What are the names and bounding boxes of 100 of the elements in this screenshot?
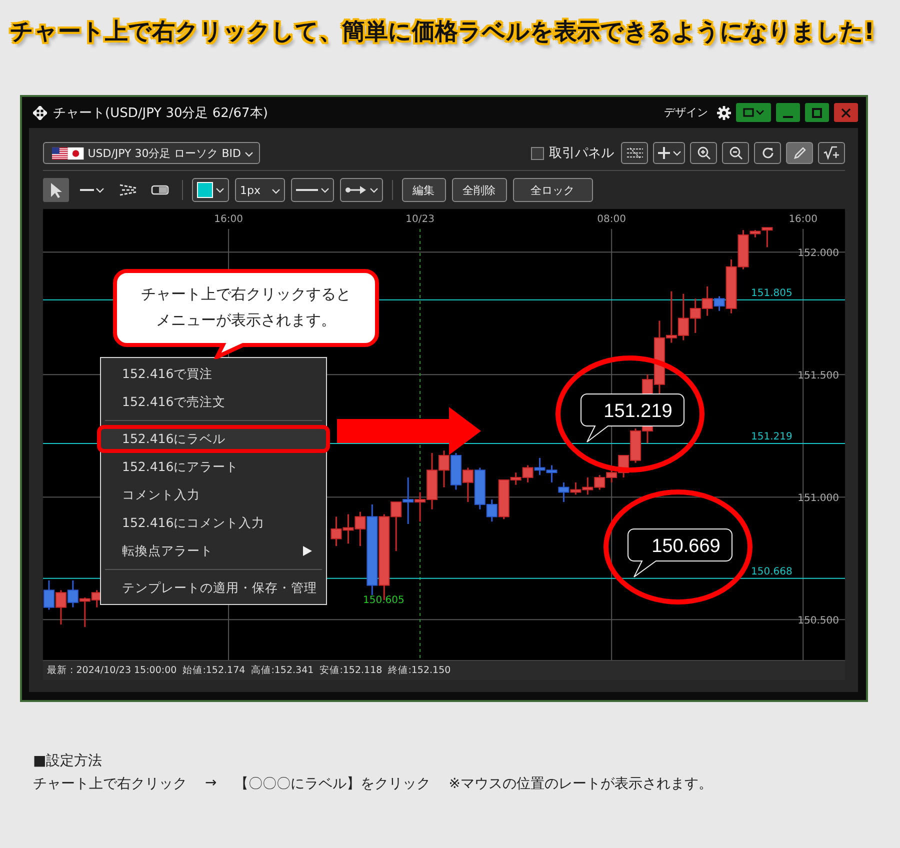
pencil-icon	[792, 146, 806, 160]
close-icon	[841, 108, 851, 118]
price-line-label: 150.668	[751, 566, 792, 578]
price-axis-label: 152.000	[798, 248, 839, 260]
maximize-button[interactable]	[805, 103, 829, 122]
line-icon	[80, 188, 94, 192]
pencil-button[interactable]	[786, 142, 813, 164]
design-label: デザイン	[664, 105, 708, 120]
chevron-down-icon	[216, 188, 224, 192]
price-axis-label: 151.500	[798, 370, 839, 382]
menu-item[interactable]: 152.416にラベル	[97, 425, 330, 453]
maximize-icon	[812, 108, 822, 118]
arrow-line-icon	[344, 186, 366, 194]
candle	[546, 465, 558, 482]
line-width-dropdown[interactable]: 1px	[235, 178, 284, 202]
color-swatch-icon	[197, 182, 213, 198]
minimize-icon	[783, 116, 793, 118]
status-text: 始値:152.174	[182, 664, 246, 677]
candle	[522, 465, 534, 482]
grid-lines-icon	[626, 147, 644, 159]
zoom-in-icon	[696, 146, 710, 160]
indicator-icon	[822, 146, 840, 160]
candle	[534, 458, 546, 476]
instruction-text: 【〇〇〇にラベル】をクリック	[234, 775, 431, 793]
price-axis-label: 151.000	[798, 493, 839, 504]
price-line-label: 151.219	[751, 431, 792, 442]
cursor-icon	[50, 182, 62, 198]
chevron-down-icon	[756, 110, 764, 115]
callout-text: チャート上で右クリックすると	[141, 284, 351, 305]
chevron-down-icon	[320, 188, 328, 192]
refresh-icon	[760, 146, 774, 160]
candle	[342, 514, 354, 544]
symbol-dropdown[interactable]: USD/JPY 30分足 ローソク BID	[43, 142, 260, 164]
candle	[690, 298, 701, 333]
close-button[interactable]	[834, 103, 858, 122]
crosshair-button[interactable]	[653, 142, 685, 164]
cursor-tool-button[interactable]	[43, 178, 69, 202]
price-tag-text: 150.669	[652, 536, 720, 557]
channel-icon	[119, 183, 137, 197]
line-icon	[296, 188, 318, 192]
candle	[462, 468, 474, 502]
menu-item[interactable]: 転換点アラート	[101, 537, 326, 565]
instruction-text: →	[205, 775, 217, 793]
menu-item[interactable]: 152.416にコメント入力	[101, 509, 326, 537]
zoom-out-button[interactable]	[722, 142, 749, 164]
grid-button[interactable]	[621, 142, 648, 164]
candle	[678, 294, 689, 340]
move-icon[interactable]	[33, 106, 47, 120]
settings-icon[interactable]	[717, 106, 731, 120]
status-text: 終値:152.150	[388, 664, 451, 677]
time-axis-label: 16:00	[214, 214, 243, 225]
toolbar-button[interactable]: 編集	[402, 178, 446, 202]
trade-panel-checkbox[interactable]: 取引パネル	[531, 144, 614, 162]
candle	[666, 291, 677, 343]
candle	[450, 453, 462, 490]
section-heading: ■設定方法	[33, 752, 104, 770]
line-end-dropdown[interactable]	[340, 178, 382, 202]
window-title: チャート(USD/JPY 30分足 62/67本)	[53, 104, 268, 122]
menu-item[interactable]: コメント入力	[101, 481, 326, 509]
toolbar-button[interactable]: 全削除	[452, 178, 506, 202]
candle	[43, 580, 54, 610]
headline: チャート上で右クリックして、簡単に価格ラベルを表示できるようになりました!	[10, 19, 874, 45]
instruction-text: チャート上で右クリック	[33, 775, 187, 793]
menu-item[interactable]: 152.416にアラート	[101, 453, 326, 481]
status-text: 最新 : 2024/10/23 15:00:00	[47, 664, 177, 677]
status-text: 安値:152.118	[320, 664, 382, 677]
line-style-dropdown[interactable]	[290, 178, 334, 202]
minimize-button[interactable]	[776, 103, 800, 122]
indicator-button[interactable]	[818, 142, 845, 164]
menu-item[interactable]: 152.416で売注文	[101, 388, 326, 416]
window-icon	[743, 108, 754, 117]
candle	[67, 580, 78, 608]
refresh-button[interactable]	[754, 142, 781, 164]
candle	[594, 475, 606, 490]
plus-icon	[657, 146, 671, 160]
callout-text: メニューが表示されます。	[156, 310, 336, 331]
zoom-in-button[interactable]	[690, 142, 717, 164]
time-axis-label: 08:00	[597, 214, 626, 225]
eraser-icon	[151, 185, 169, 195]
low-price-label: 150.605	[363, 595, 404, 606]
candle	[330, 516, 342, 546]
price-axis-label: 150.500	[798, 616, 839, 627]
color-dropdown[interactable]	[192, 178, 229, 202]
candle	[55, 590, 66, 624]
chevron-down-icon	[272, 188, 280, 194]
menu-item[interactable]: 152.416で買注	[101, 360, 326, 388]
price-line-label: 151.805	[751, 288, 792, 299]
chevron-down-icon	[96, 188, 104, 192]
status-text: 高値:152.341	[251, 664, 314, 677]
time-axis-label: 10/23	[406, 214, 434, 225]
price-tag-text: 151.219	[604, 401, 672, 422]
candle	[582, 478, 594, 495]
chevron-down-icon	[245, 152, 253, 156]
zoom-out-icon	[728, 146, 742, 160]
menu-item[interactable]: テンプレートの適用・保存・管理	[101, 574, 326, 602]
time-axis-label: 16:00	[788, 214, 818, 225]
chevron-down-icon	[370, 188, 378, 192]
layout-button[interactable]	[736, 103, 771, 122]
toolbar-button[interactable]: 全ロック	[512, 178, 592, 202]
instruction-text: ※マウスの位置のレートが表示されます。	[448, 775, 712, 793]
